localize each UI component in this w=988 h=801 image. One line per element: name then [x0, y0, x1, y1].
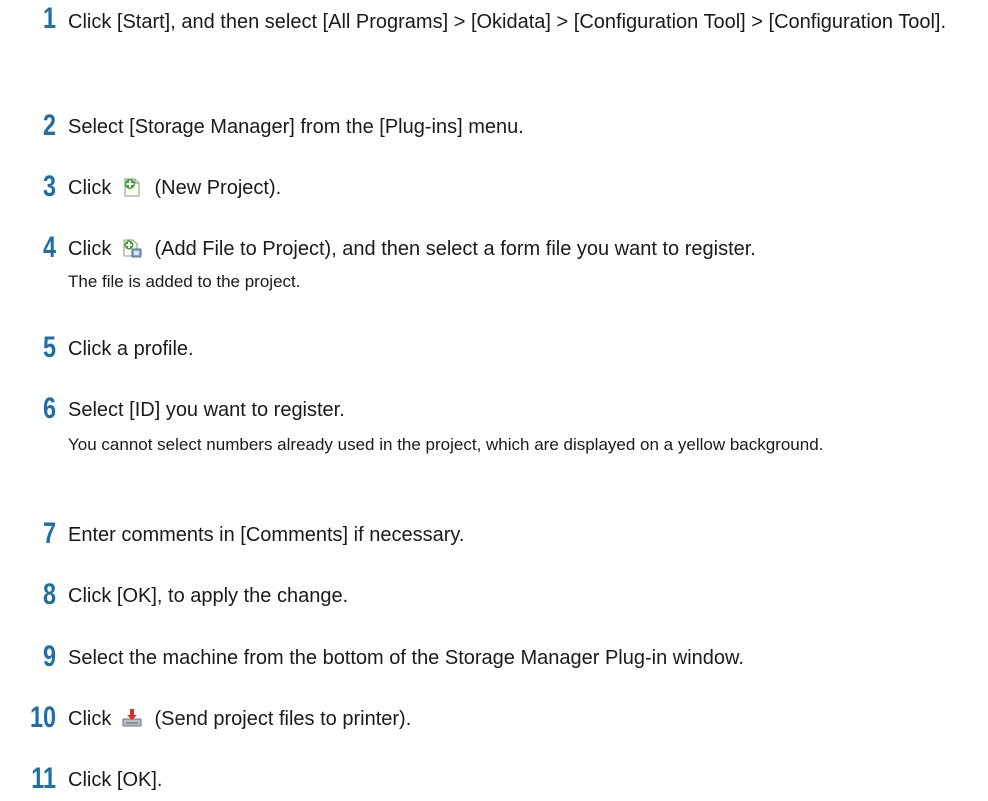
step-note: The file is added to the project.: [68, 272, 301, 291]
step-text-pre: Click: [68, 708, 112, 730]
step-number: 1: [42, 2, 56, 35]
step-number: 6: [42, 392, 56, 425]
step-number: 11: [31, 762, 56, 795]
step-text: Click [Start], and then select [All Prog…: [68, 11, 947, 33]
step-text: Click (New Project).: [68, 172, 968, 209]
step-number: 3: [42, 170, 56, 203]
step-text: Click (Send project files to printer).: [68, 703, 968, 740]
step-number: 5: [42, 331, 56, 364]
step-text-post: (Add File to Project), and then select a…: [154, 238, 756, 260]
step-text: Select [ID] you want to register.: [68, 399, 345, 421]
step-text: Select [Storage Manager] from the [Plug-…: [68, 116, 524, 138]
step-text: Enter comments in [Comments] if necessar…: [68, 524, 465, 546]
step-number: 9: [42, 640, 56, 673]
step-text: Click (Add File to Project), and then se…: [68, 233, 968, 270]
step-text-post: (New Project).: [154, 177, 282, 199]
step-text-post: (Send project files to printer).: [154, 708, 412, 730]
send-to-printer-icon: [121, 707, 143, 740]
step-text: Click a profile.: [68, 338, 194, 360]
step-number: 7: [42, 517, 56, 550]
step-note: You cannot select numbers already used i…: [68, 435, 824, 454]
add-file-to-project-icon: [121, 237, 143, 270]
step-text-pre: Click: [68, 177, 112, 199]
step-number: 10: [29, 701, 56, 734]
step-text: Click [OK].: [68, 769, 163, 791]
new-project-icon: [121, 176, 143, 209]
step-text: Select the machine from the bottom of th…: [68, 647, 744, 669]
step-text: Click [OK], to apply the change.: [68, 585, 349, 607]
step-number: 4: [42, 231, 56, 264]
step-text-pre: Click: [68, 238, 112, 260]
step-number: 8: [42, 578, 56, 611]
step-number: 2: [42, 109, 56, 142]
